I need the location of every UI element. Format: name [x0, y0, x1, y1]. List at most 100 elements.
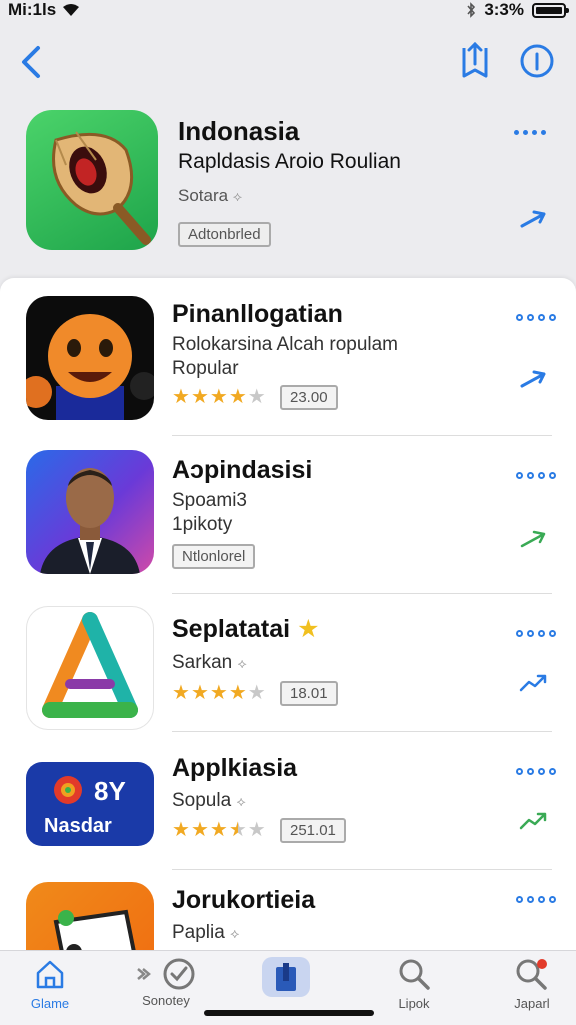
- star-icon: ★: [172, 819, 190, 841]
- nasdar-logo-icon: 8Y Nasdar: [26, 762, 154, 846]
- list-item[interactable]: Pinanllogatian Rolokarsina Alcah ropulam…: [0, 278, 576, 436]
- battery-percent: 3:3%: [484, 0, 524, 19]
- star-rating: ★ ★ ★ ★ ★: [172, 387, 266, 407]
- nasdar-top-text: 8Y: [94, 776, 126, 806]
- back-chevron-icon[interactable]: [14, 42, 50, 82]
- list-item[interactable]: Jorukortieia Paplia ⟡: [0, 870, 576, 950]
- more-options-icon[interactable]: [516, 314, 556, 321]
- star-icon: ★: [190, 682, 209, 704]
- battery-icon: [532, 2, 569, 18]
- nasdar-bottom-text: Nasdar: [44, 815, 112, 837]
- featured-app-category: Sotara ⟡: [178, 186, 242, 206]
- app-title: Pinanllogatian: [172, 300, 343, 328]
- star-icon: ★: [209, 819, 228, 841]
- status-bar: Mi:1ls 3:3%: [0, 0, 576, 24]
- chevrons-icon: [137, 968, 151, 980]
- search-badge-icon: [516, 959, 547, 990]
- app-list: Pinanllogatian Rolokarsina Alcah ropulam…: [0, 278, 576, 950]
- star-icon: ★: [172, 682, 190, 704]
- star-empty-icon: ★: [247, 819, 266, 841]
- tab-search-label: Lipok: [398, 996, 430, 1011]
- more-options-icon[interactable]: [516, 768, 556, 775]
- category-text: Sotara: [178, 186, 229, 205]
- rating-count: 23.00: [280, 385, 338, 410]
- list-item[interactable]: 8Y Nasdar Applkiasia Sopula ⟡ ★ ★ ★ ★ ★ …: [0, 732, 576, 870]
- tab-search[interactable]: Lipok: [384, 957, 444, 1011]
- app-title: Jorukortieia: [172, 886, 316, 914]
- app-title: Applkiasia: [172, 754, 298, 782]
- rating-count: 18.01: [280, 681, 338, 706]
- more-options-icon[interactable]: [514, 130, 546, 135]
- tab-home[interactable]: Glame: [22, 957, 78, 1011]
- subtitle-text: Paplia: [172, 922, 225, 943]
- share-icon[interactable]: [456, 40, 494, 82]
- more-options-icon[interactable]: [516, 472, 556, 479]
- wifi-icon: [63, 4, 80, 16]
- star-icon: ★: [190, 819, 209, 841]
- home-icon: [36, 960, 64, 989]
- open-arrow-icon[interactable]: [518, 524, 548, 554]
- open-arrow-icon[interactable]: [518, 204, 548, 234]
- info-icon[interactable]: [518, 42, 556, 80]
- star-empty-icon: ★: [247, 682, 266, 704]
- featured-app-subtitle: Rapldasis Aroio Roulian: [178, 150, 401, 173]
- trend-check-icon[interactable]: [518, 806, 548, 836]
- diamond-icon: ⟡: [236, 793, 246, 809]
- gourd-icon: [52, 131, 151, 245]
- app-subtitle: Sopula ⟡: [172, 790, 246, 812]
- star-empty-icon: ★: [247, 386, 266, 408]
- tab-home-label: Glame: [30, 996, 70, 1011]
- app-category: Ropular: [172, 358, 239, 379]
- star-icon: ★: [172, 386, 190, 408]
- more-options-icon[interactable]: [516, 630, 556, 637]
- star-rating: ★ ★ ★ ★ ★: [172, 820, 266, 840]
- open-arrow-icon[interactable]: [518, 364, 548, 394]
- star-half-icon: ★: [228, 819, 247, 841]
- star-icon: ★: [190, 386, 209, 408]
- store-icon: [276, 963, 296, 991]
- app-subtitle: Sarkan ⟡: [172, 652, 247, 674]
- orange-character-icon: [26, 296, 154, 420]
- featured-app-icon: [26, 110, 158, 250]
- featured-app[interactable]: Indonasia Rapldasis Aroio Roulian Sotara…: [0, 100, 576, 270]
- portrait-icon: [26, 450, 154, 574]
- home-indicator: [204, 1010, 374, 1016]
- list-item[interactable]: Seplatatai ★ Sarkan ⟡ ★ ★ ★ ★ ★ 18.01: [0, 594, 576, 732]
- app-title: Aɔpindasisi: [172, 456, 313, 484]
- tab-sonotey-label: Sonotey: [142, 993, 190, 1008]
- star-icon: ★: [228, 386, 247, 408]
- app-badge: Ntlonlorel: [172, 544, 256, 569]
- tab-updates[interactable]: Japarl: [500, 957, 564, 1011]
- subtitle-text: Sopula: [172, 790, 232, 811]
- featured-app-title: Indonasia: [178, 116, 300, 146]
- app-subtitle: Spoami3: [172, 490, 247, 511]
- search-icon: [399, 959, 430, 990]
- subtitle-text: Sarkan: [172, 652, 233, 673]
- tab-updates-label: Japarl: [514, 996, 550, 1011]
- tab-store[interactable]: [262, 957, 314, 997]
- diamond-icon: ⟡: [237, 655, 247, 671]
- rating-count: 251.01: [280, 818, 346, 843]
- more-options-icon[interactable]: [516, 896, 556, 903]
- star-icon: ★: [209, 386, 228, 408]
- star-rating: ★ ★ ★ ★ ★: [172, 683, 266, 703]
- star-icon: ★: [228, 682, 247, 704]
- star-icon: ★: [209, 682, 228, 704]
- trend-check-icon[interactable]: [518, 668, 548, 698]
- carrier-text: Mi:1ls: [8, 0, 57, 19]
- app-category: 1pikoty: [172, 514, 233, 535]
- diamond-icon: ⟡: [230, 925, 240, 941]
- star-badge-icon: ★: [297, 615, 320, 643]
- diamond-icon: ⟡: [232, 188, 243, 204]
- bluetooth-icon: [467, 2, 476, 18]
- app-subtitle: Rolokarsina Alcah ropulam: [172, 334, 399, 355]
- triangle-logo-icon: [26, 606, 154, 730]
- orange-app-icon: [26, 882, 154, 950]
- tab-sonotey[interactable]: Sonotey: [112, 957, 220, 1008]
- list-item[interactable]: Aɔpindasisi Spoami3 1pikoty Ntlonlorel: [0, 436, 576, 594]
- app-title: Seplatatai ★: [172, 614, 319, 644]
- check-circle-icon: [163, 958, 195, 990]
- app-subtitle: Paplia ⟡: [172, 922, 239, 944]
- app-title-text: Seplatatai: [172, 615, 291, 643]
- featured-badge: Adtonbrled: [178, 222, 271, 247]
